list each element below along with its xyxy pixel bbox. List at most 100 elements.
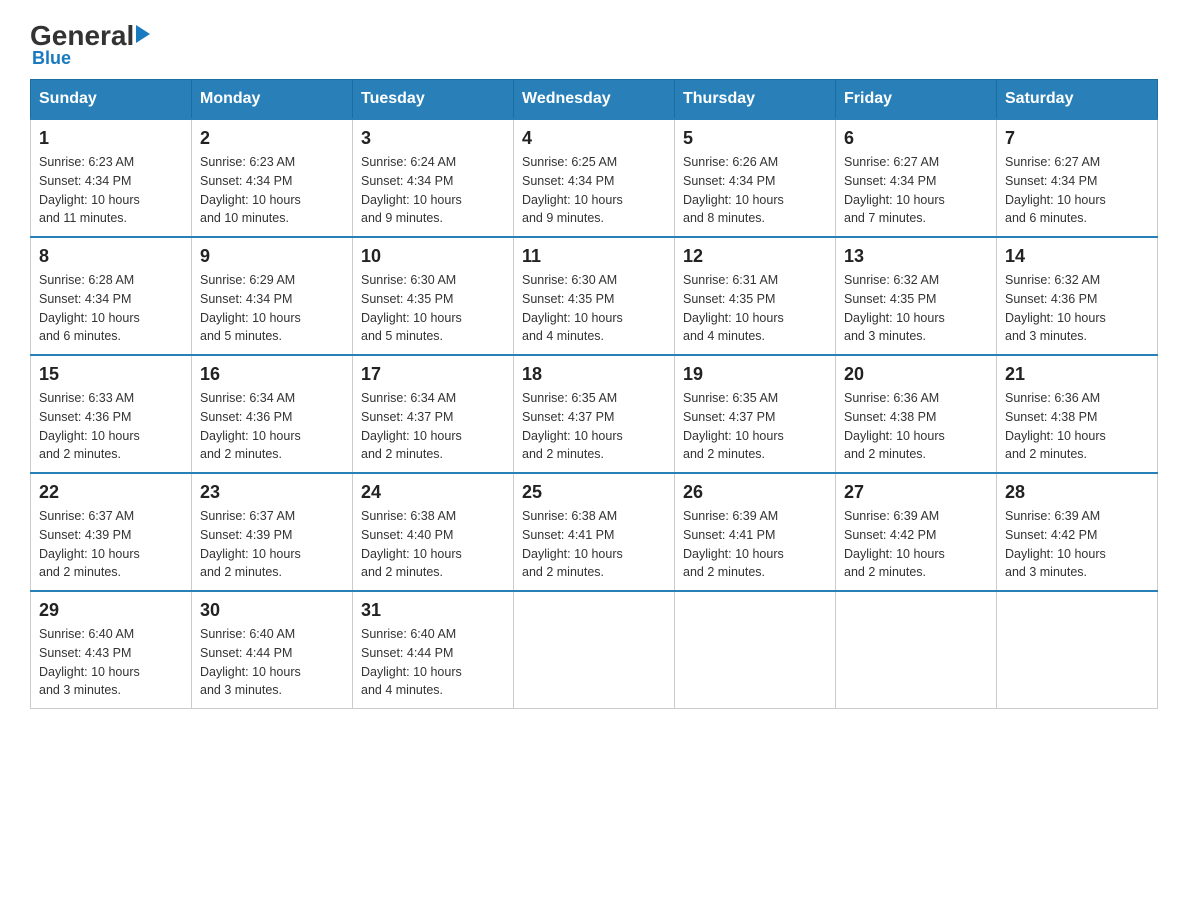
calendar-cell: 10 Sunrise: 6:30 AMSunset: 4:35 PMDaylig…: [353, 237, 514, 355]
calendar-cell: 12 Sunrise: 6:31 AMSunset: 4:35 PMDaylig…: [675, 237, 836, 355]
day-number: 8: [39, 246, 183, 267]
calendar-cell: 30 Sunrise: 6:40 AMSunset: 4:44 PMDaylig…: [192, 591, 353, 709]
calendar-cell: 2 Sunrise: 6:23 AMSunset: 4:34 PMDayligh…: [192, 119, 353, 237]
day-number: 15: [39, 364, 183, 385]
day-number: 7: [1005, 128, 1149, 149]
calendar-cell: 1 Sunrise: 6:23 AMSunset: 4:34 PMDayligh…: [31, 119, 192, 237]
day-number: 10: [361, 246, 505, 267]
day-info: Sunrise: 6:34 AMSunset: 4:36 PMDaylight:…: [200, 389, 344, 464]
calendar-cell: 3 Sunrise: 6:24 AMSunset: 4:34 PMDayligh…: [353, 119, 514, 237]
day-number: 18: [522, 364, 666, 385]
calendar-week-row: 1 Sunrise: 6:23 AMSunset: 4:34 PMDayligh…: [31, 119, 1158, 237]
day-info: Sunrise: 6:38 AMSunset: 4:40 PMDaylight:…: [361, 507, 505, 582]
calendar-week-row: 15 Sunrise: 6:33 AMSunset: 4:36 PMDaylig…: [31, 355, 1158, 473]
day-info: Sunrise: 6:32 AMSunset: 4:36 PMDaylight:…: [1005, 271, 1149, 346]
calendar-cell: 6 Sunrise: 6:27 AMSunset: 4:34 PMDayligh…: [836, 119, 997, 237]
day-number: 1: [39, 128, 183, 149]
calendar-table: SundayMondayTuesdayWednesdayThursdayFrid…: [30, 79, 1158, 709]
day-info: Sunrise: 6:40 AMSunset: 4:44 PMDaylight:…: [361, 625, 505, 700]
day-number: 5: [683, 128, 827, 149]
day-number: 11: [522, 246, 666, 267]
day-number: 31: [361, 600, 505, 621]
calendar-cell: 9 Sunrise: 6:29 AMSunset: 4:34 PMDayligh…: [192, 237, 353, 355]
day-number: 12: [683, 246, 827, 267]
day-number: 30: [200, 600, 344, 621]
day-info: Sunrise: 6:31 AMSunset: 4:35 PMDaylight:…: [683, 271, 827, 346]
logo-subtitle: Blue: [32, 48, 71, 69]
calendar-header-tuesday: Tuesday: [353, 80, 514, 120]
calendar-cell: 18 Sunrise: 6:35 AMSunset: 4:37 PMDaylig…: [514, 355, 675, 473]
day-number: 2: [200, 128, 344, 149]
day-info: Sunrise: 6:37 AMSunset: 4:39 PMDaylight:…: [200, 507, 344, 582]
calendar-header-monday: Monday: [192, 80, 353, 120]
day-number: 21: [1005, 364, 1149, 385]
day-info: Sunrise: 6:36 AMSunset: 4:38 PMDaylight:…: [1005, 389, 1149, 464]
calendar-cell: 4 Sunrise: 6:25 AMSunset: 4:34 PMDayligh…: [514, 119, 675, 237]
day-info: Sunrise: 6:25 AMSunset: 4:34 PMDaylight:…: [522, 153, 666, 228]
day-number: 17: [361, 364, 505, 385]
calendar-cell: 11 Sunrise: 6:30 AMSunset: 4:35 PMDaylig…: [514, 237, 675, 355]
day-info: Sunrise: 6:28 AMSunset: 4:34 PMDaylight:…: [39, 271, 183, 346]
logo-triangle-icon: [136, 25, 150, 43]
calendar-cell: 16 Sunrise: 6:34 AMSunset: 4:36 PMDaylig…: [192, 355, 353, 473]
day-number: 19: [683, 364, 827, 385]
day-info: Sunrise: 6:30 AMSunset: 4:35 PMDaylight:…: [522, 271, 666, 346]
calendar-header-sunday: Sunday: [31, 80, 192, 120]
day-number: 25: [522, 482, 666, 503]
day-info: Sunrise: 6:37 AMSunset: 4:39 PMDaylight:…: [39, 507, 183, 582]
calendar-cell: 25 Sunrise: 6:38 AMSunset: 4:41 PMDaylig…: [514, 473, 675, 591]
calendar-cell: 26 Sunrise: 6:39 AMSunset: 4:41 PMDaylig…: [675, 473, 836, 591]
day-info: Sunrise: 6:39 AMSunset: 4:41 PMDaylight:…: [683, 507, 827, 582]
calendar-cell: 5 Sunrise: 6:26 AMSunset: 4:34 PMDayligh…: [675, 119, 836, 237]
day-number: 28: [1005, 482, 1149, 503]
calendar-cell: [514, 591, 675, 709]
day-info: Sunrise: 6:23 AMSunset: 4:34 PMDaylight:…: [200, 153, 344, 228]
day-number: 22: [39, 482, 183, 503]
day-info: Sunrise: 6:27 AMSunset: 4:34 PMDaylight:…: [844, 153, 988, 228]
day-info: Sunrise: 6:40 AMSunset: 4:43 PMDaylight:…: [39, 625, 183, 700]
calendar-week-row: 8 Sunrise: 6:28 AMSunset: 4:34 PMDayligh…: [31, 237, 1158, 355]
calendar-cell: 28 Sunrise: 6:39 AMSunset: 4:42 PMDaylig…: [997, 473, 1158, 591]
calendar-cell: 15 Sunrise: 6:33 AMSunset: 4:36 PMDaylig…: [31, 355, 192, 473]
day-info: Sunrise: 6:35 AMSunset: 4:37 PMDaylight:…: [683, 389, 827, 464]
day-number: 23: [200, 482, 344, 503]
day-info: Sunrise: 6:27 AMSunset: 4:34 PMDaylight:…: [1005, 153, 1149, 228]
calendar-cell: 22 Sunrise: 6:37 AMSunset: 4:39 PMDaylig…: [31, 473, 192, 591]
day-info: Sunrise: 6:39 AMSunset: 4:42 PMDaylight:…: [1005, 507, 1149, 582]
calendar-cell: 17 Sunrise: 6:34 AMSunset: 4:37 PMDaylig…: [353, 355, 514, 473]
calendar-cell: [675, 591, 836, 709]
calendar-header-saturday: Saturday: [997, 80, 1158, 120]
day-info: Sunrise: 6:23 AMSunset: 4:34 PMDaylight:…: [39, 153, 183, 228]
calendar-week-row: 22 Sunrise: 6:37 AMSunset: 4:39 PMDaylig…: [31, 473, 1158, 591]
day-number: 4: [522, 128, 666, 149]
calendar-cell: [836, 591, 997, 709]
day-number: 26: [683, 482, 827, 503]
day-info: Sunrise: 6:30 AMSunset: 4:35 PMDaylight:…: [361, 271, 505, 346]
calendar-cell: 21 Sunrise: 6:36 AMSunset: 4:38 PMDaylig…: [997, 355, 1158, 473]
logo: General Blue: [30, 20, 150, 69]
day-number: 9: [200, 246, 344, 267]
day-number: 29: [39, 600, 183, 621]
page-header: General Blue: [30, 20, 1158, 69]
calendar-cell: 20 Sunrise: 6:36 AMSunset: 4:38 PMDaylig…: [836, 355, 997, 473]
day-number: 3: [361, 128, 505, 149]
day-info: Sunrise: 6:26 AMSunset: 4:34 PMDaylight:…: [683, 153, 827, 228]
calendar-header-wednesday: Wednesday: [514, 80, 675, 120]
day-info: Sunrise: 6:38 AMSunset: 4:41 PMDaylight:…: [522, 507, 666, 582]
calendar-cell: 8 Sunrise: 6:28 AMSunset: 4:34 PMDayligh…: [31, 237, 192, 355]
calendar-cell: 31 Sunrise: 6:40 AMSunset: 4:44 PMDaylig…: [353, 591, 514, 709]
calendar-week-row: 29 Sunrise: 6:40 AMSunset: 4:43 PMDaylig…: [31, 591, 1158, 709]
day-info: Sunrise: 6:29 AMSunset: 4:34 PMDaylight:…: [200, 271, 344, 346]
calendar-cell: 14 Sunrise: 6:32 AMSunset: 4:36 PMDaylig…: [997, 237, 1158, 355]
calendar-cell: 27 Sunrise: 6:39 AMSunset: 4:42 PMDaylig…: [836, 473, 997, 591]
day-number: 20: [844, 364, 988, 385]
day-info: Sunrise: 6:36 AMSunset: 4:38 PMDaylight:…: [844, 389, 988, 464]
calendar-cell: 13 Sunrise: 6:32 AMSunset: 4:35 PMDaylig…: [836, 237, 997, 355]
day-number: 16: [200, 364, 344, 385]
calendar-cell: 24 Sunrise: 6:38 AMSunset: 4:40 PMDaylig…: [353, 473, 514, 591]
day-info: Sunrise: 6:34 AMSunset: 4:37 PMDaylight:…: [361, 389, 505, 464]
calendar-header-row: SundayMondayTuesdayWednesdayThursdayFrid…: [31, 80, 1158, 120]
day-number: 27: [844, 482, 988, 503]
day-number: 6: [844, 128, 988, 149]
day-info: Sunrise: 6:33 AMSunset: 4:36 PMDaylight:…: [39, 389, 183, 464]
